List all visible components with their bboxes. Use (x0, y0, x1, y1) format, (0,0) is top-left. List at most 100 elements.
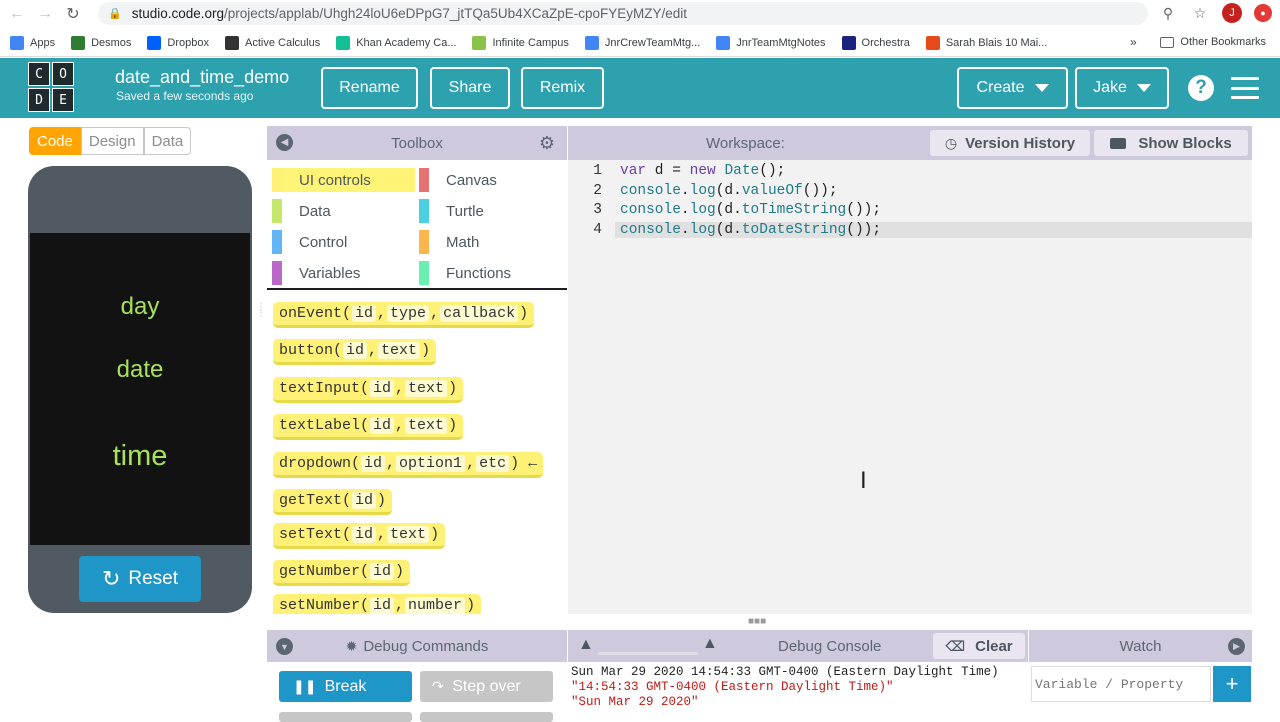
block-argument[interactable]: type (387, 305, 430, 322)
tab-code[interactable]: Code (29, 127, 81, 155)
resize-handle[interactable]: ⋮ ⋮ (256, 303, 266, 319)
block-argument[interactable]: etc (476, 455, 510, 472)
other-bookmarks[interactable]: Other Bookmarks (1160, 36, 1266, 48)
logo-letter: E (52, 88, 74, 112)
speed-slider[interactable] (598, 652, 698, 655)
block-argument[interactable]: callback (440, 305, 519, 322)
code-line[interactable]: console.log(d.valueOf()); (620, 183, 838, 199)
hamburger-menu-icon[interactable] (1231, 77, 1259, 99)
rename-button[interactable]: Rename (321, 67, 418, 109)
create-dropdown[interactable]: Create (957, 67, 1068, 109)
user-dropdown[interactable]: Jake (1075, 67, 1169, 109)
toolbox-category[interactable]: Functions (419, 261, 559, 285)
block-argument[interactable]: number (405, 597, 466, 614)
code-block[interactable]: setText(id, text) (273, 523, 446, 549)
block-argument[interactable]: id (352, 492, 377, 509)
share-button[interactable]: Share (430, 67, 510, 109)
app-screen[interactable]: day date time (30, 233, 250, 545)
block-argument[interactable]: id (370, 417, 395, 434)
debug-commands-panel: ❚❚ Break ↷ Step over (267, 662, 567, 722)
bookmark-item[interactable]: Orchestra (841, 36, 910, 50)
tab-design[interactable]: Design (80, 127, 144, 155)
toolbox-category[interactable]: UI controls (272, 168, 415, 192)
code-block[interactable]: getText(id) (273, 489, 393, 515)
toolbox-category[interactable]: Turtle (419, 199, 559, 223)
forward-icon[interactable]: → (34, 3, 56, 25)
toolbox-category[interactable]: Canvas (419, 168, 559, 192)
code-editor[interactable]: 1 2 3 4 var d = new Date(); console.log(d.va… (568, 160, 1252, 614)
app-preview-phone: day date time ↻ Reset (28, 166, 252, 613)
step-over-button[interactable]: ↷ Step over (420, 671, 553, 702)
block-argument[interactable]: id (370, 563, 395, 580)
block-argument[interactable]: option1 (396, 455, 466, 472)
address-bar[interactable]: 🔒 studio.code.org/projects/applab/Uhgh24… (98, 2, 1148, 25)
block-argument[interactable]: id (352, 305, 377, 322)
collapse-watch-icon[interactable]: ▶ (1228, 638, 1245, 655)
collapse-toolbox-icon[interactable]: ◀ (276, 134, 293, 151)
block-argument[interactable]: id (343, 342, 368, 359)
bookmark-item[interactable]: Sarah Blais 10 Mai... (925, 36, 1047, 50)
collapse-debug-icon[interactable]: ▼ (276, 638, 293, 655)
toolbox-category[interactable]: Data (272, 199, 412, 223)
bookmark-item[interactable]: Infinite Campus (472, 36, 569, 50)
block-argument[interactable]: id (352, 526, 377, 543)
block-argument[interactable]: id (370, 597, 395, 614)
code-block[interactable]: setNumber(id, number) (273, 594, 482, 614)
code-block[interactable]: textLabel(id, text) (273, 414, 464, 440)
code-block[interactable]: button(id, text) (273, 339, 437, 365)
bookmark-item[interactable]: JnrCrewTeamMtg... (584, 36, 700, 50)
code-line[interactable]: var d = new Date(); (620, 163, 785, 179)
code-line[interactable]: console.log(d.toTimeString()); (620, 202, 881, 218)
debug-commands-header: ▼ ✹ Debug Commands (267, 630, 567, 662)
code-block[interactable]: dropdown(id, option1, etc) ← (273, 452, 544, 478)
reset-button[interactable]: ↻ Reset (79, 556, 201, 602)
bookmarks-overflow-icon[interactable]: » (1130, 35, 1137, 49)
block-function-name: setNumber( (279, 597, 370, 614)
gear-icon[interactable]: ⚙ (537, 133, 557, 153)
zoom-icon[interactable]: ⚲ (1158, 3, 1178, 23)
block-argument[interactable]: text (405, 380, 448, 397)
help-icon[interactable]: ? (1188, 75, 1214, 101)
bookmark-item[interactable]: Apps (10, 36, 55, 50)
reload-icon[interactable]: ↻ (62, 3, 84, 25)
panel-resize-grip[interactable]: ■■■ (748, 616, 766, 627)
code-block[interactable]: getNumber(id) (273, 560, 411, 586)
step-out-button[interactable] (420, 712, 553, 722)
lock-icon: 🔒 (108, 8, 122, 20)
extension-icon[interactable]: ● (1254, 4, 1272, 22)
toolbox-category[interactable]: Variables (272, 261, 412, 285)
block-argument[interactable]: id (361, 455, 386, 472)
remix-button[interactable]: Remix (521, 67, 604, 109)
watch-input[interactable] (1031, 666, 1211, 702)
code-block[interactable]: onEvent(id, type, callback) (273, 302, 535, 328)
bookmark-item[interactable]: Active Calculus (225, 36, 320, 50)
block-argument[interactable]: text (378, 342, 421, 359)
code-line[interactable]: console.log(d.toDateString()); (615, 221, 1252, 238)
profile-avatar[interactable]: J (1222, 3, 1242, 23)
step-in-button[interactable] (279, 712, 412, 722)
block-argument[interactable]: id (370, 380, 395, 397)
bookmark-label: Orchestra (861, 37, 910, 49)
tab-data[interactable]: Data (143, 127, 192, 155)
category-color-swatch (419, 261, 429, 285)
bookmark-item[interactable]: Dropbox (147, 36, 209, 50)
bookmark-item[interactable]: Desmos (71, 36, 131, 50)
code-org-logo[interactable]: C O D E (28, 62, 76, 112)
clear-button[interactable]: ⌫ Clear (933, 633, 1025, 659)
bookmark-item[interactable]: JnrTeamMtgNotes (716, 36, 826, 50)
block-argument[interactable]: text (387, 526, 430, 543)
code-block[interactable]: textInput(id, text) (273, 377, 464, 403)
debug-console-output[interactable]: Sun Mar 29 2020 14:54:33 GMT-0400 (Easte… (568, 662, 1028, 720)
toolbox-category[interactable]: Math (419, 230, 559, 254)
back-icon[interactable]: ← (6, 3, 28, 25)
category-color-swatch (419, 168, 429, 192)
bookmark-item[interactable]: Khan Academy Ca... (336, 36, 456, 50)
eraser-icon: ⌫ (945, 637, 966, 654)
toolbox-category[interactable]: Control (272, 230, 412, 254)
add-watch-button[interactable]: + (1213, 666, 1251, 702)
break-button[interactable]: ❚❚ Break (279, 671, 412, 702)
star-icon[interactable]: ☆ (1190, 3, 1210, 23)
block-argument[interactable]: text (405, 417, 448, 434)
show-blocks-button[interactable]: Show Blocks (1094, 130, 1248, 156)
version-history-button[interactable]: ◷ Version History (930, 130, 1090, 156)
